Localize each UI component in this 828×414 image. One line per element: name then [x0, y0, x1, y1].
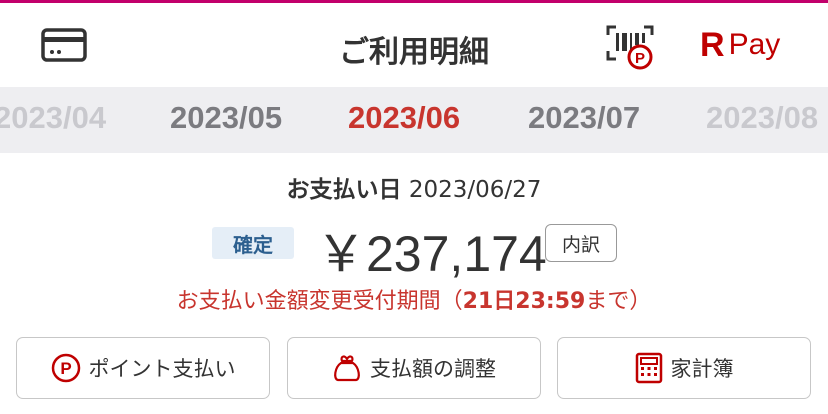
- household-budget-label: 家計簿: [670, 357, 734, 381]
- household-budget-button[interactable]: 家計簿: [557, 337, 811, 399]
- svg-text:P: P: [60, 359, 71, 378]
- rakuten-pay-logo: R Pay: [700, 23, 780, 67]
- breakdown-button[interactable]: 内訳: [545, 224, 617, 262]
- notice-deadline: 21日23:59: [462, 289, 586, 314]
- tab-month-2023-07[interactable]: 2023/07: [528, 100, 640, 136]
- point-payment-label: ポイント支払い: [88, 357, 236, 381]
- point-circle-icon: P: [51, 353, 81, 383]
- adjust-payment-label: 支払額の調整: [370, 357, 496, 381]
- qr-point-icon: P: [604, 23, 660, 73]
- payment-date-value: 2023/06/27: [408, 177, 542, 203]
- tab-month-2023-06[interactable]: 2023/06: [348, 100, 460, 136]
- app-header: ご利用明細 P R Pay: [0, 3, 828, 87]
- money-bag-icon: [332, 353, 362, 383]
- month-tabs: 2023/04 2023/05 2023/06 2023/07 2023/08: [0, 87, 828, 153]
- logo-r: R: [700, 25, 725, 64]
- status-badge: 確定: [212, 227, 294, 259]
- logo-pay: Pay: [728, 28, 781, 61]
- payment-date-row: お支払い日 2023/06/27: [0, 170, 828, 204]
- notice-prefix: お支払い金額変更受付期間（: [176, 289, 463, 314]
- svg-text:P: P: [635, 50, 645, 67]
- payment-amount: ￥237,174: [316, 226, 547, 282]
- calculator-icon: [635, 352, 663, 384]
- point-payment-button[interactable]: P ポイント支払い: [16, 337, 270, 399]
- change-period-notice: お支払い金額変更受付期間（21日23:59まで）: [0, 283, 828, 315]
- notice-suffix: まで）: [585, 289, 652, 314]
- adjust-payment-button[interactable]: 支払額の調整: [287, 337, 541, 399]
- tab-month-2023-04[interactable]: 2023/04: [0, 100, 106, 136]
- qr-point-button[interactable]: P: [604, 23, 660, 73]
- tab-month-2023-08[interactable]: 2023/08: [706, 100, 818, 136]
- tab-month-2023-05[interactable]: 2023/05: [170, 100, 282, 136]
- payment-date-label: お支払い日: [286, 177, 402, 203]
